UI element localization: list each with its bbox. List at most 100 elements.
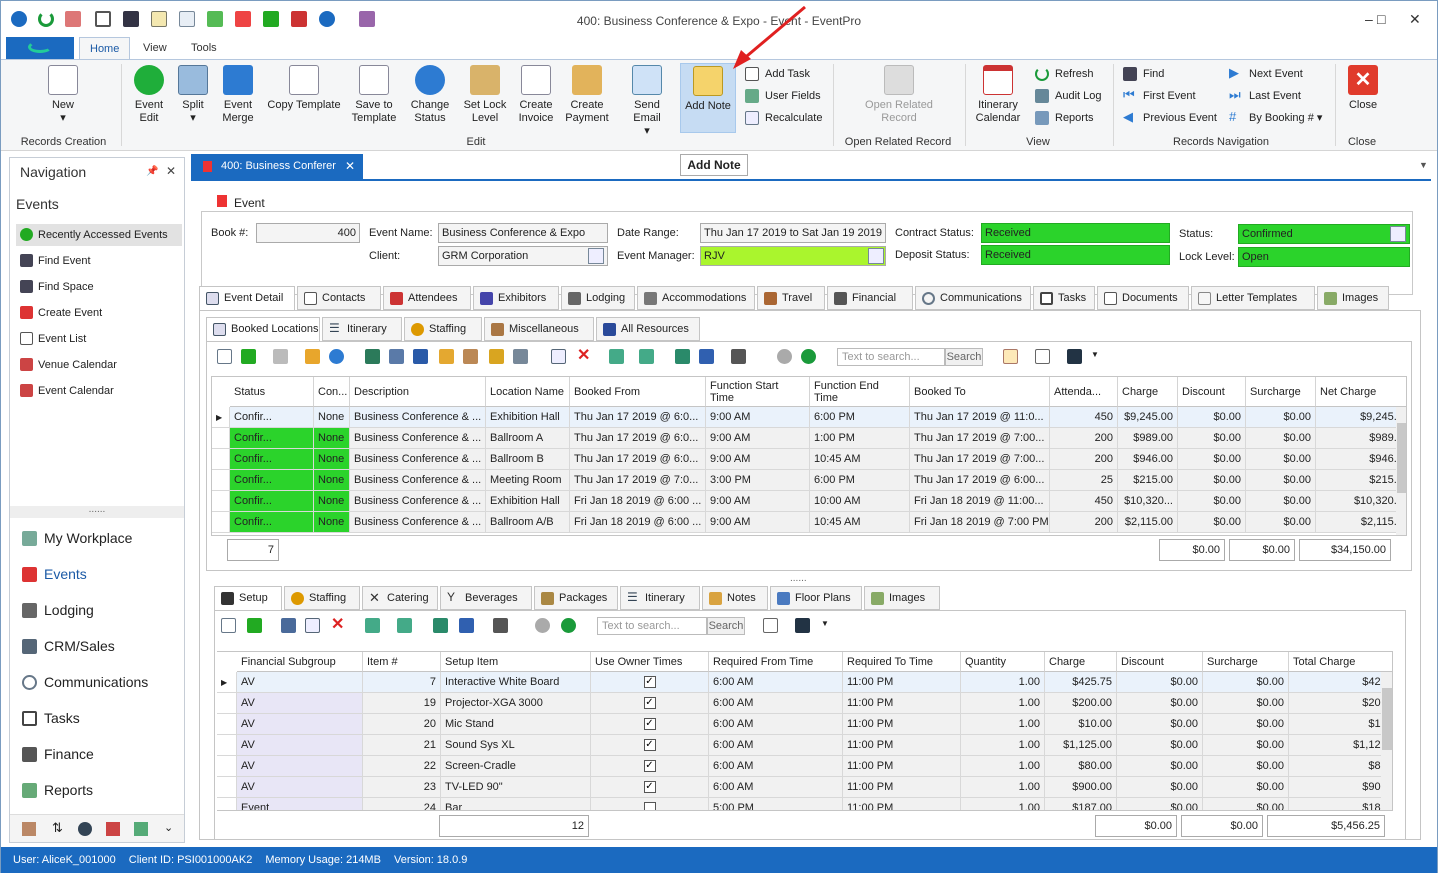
- contract-status-field[interactable]: Received: [981, 223, 1170, 243]
- previous-event-button[interactable]: ◀ Previous Event: [1123, 109, 1217, 127]
- setup-column-header[interactable]: Discount: [1117, 652, 1203, 672]
- table-cell[interactable]: 1.00: [961, 798, 1045, 810]
- row-indicator[interactable]: [212, 470, 230, 491]
- checkbox[interactable]: ✓: [643, 739, 656, 752]
- last-event-button[interactable]: ⏭ Last Event: [1229, 87, 1301, 105]
- table-cell[interactable]: AV: [237, 672, 363, 693]
- table-cell[interactable]: 9:00 AM: [706, 491, 810, 512]
- table-row[interactable]: AV 23 TV-LED 90" ✓ 6:00 AM 11:00 PM 1.00 $900.0…: [217, 777, 1392, 798]
- setup-column-header[interactable]: Use Owner Times: [591, 652, 709, 672]
- preview-icon[interactable]: [1035, 349, 1050, 364]
- nav-lodging[interactable]: Lodging: [18, 596, 94, 624]
- row-indicator[interactable]: [217, 735, 237, 756]
- table-cell[interactable]: $0.00: [1203, 756, 1289, 777]
- nav-finance[interactable]: Finance: [18, 740, 94, 768]
- table-cell[interactable]: $1,125.00: [1289, 735, 1392, 756]
- close-window-button[interactable]: ✕: [1409, 11, 1421, 28]
- panel-splitter[interactable]: ......: [790, 573, 807, 584]
- tab-event-detail[interactable]: Event Detail: [199, 286, 295, 311]
- table-cell[interactable]: 6:00 AM: [709, 777, 843, 798]
- delete-icon[interactable]: ✕: [577, 348, 592, 364]
- setup-search-input[interactable]: Text to search...: [597, 617, 707, 635]
- table-cell[interactable]: $425.75: [1289, 672, 1392, 693]
- bookings-column-header[interactable]: Function Start Time: [706, 377, 810, 407]
- download-icon[interactable]: [801, 349, 816, 364]
- table-cell[interactable]: Confir...: [230, 449, 314, 470]
- table-cell[interactable]: Exhibition Hall: [486, 491, 570, 512]
- checkbox[interactable]: [643, 802, 656, 810]
- tab-detail-staffing[interactable]: Staffing: [284, 586, 360, 610]
- table-cell[interactable]: $0.00: [1117, 756, 1203, 777]
- notes-icon[interactable]: [1003, 349, 1018, 364]
- tab-setup[interactable]: Setup: [214, 586, 282, 611]
- row-indicator[interactable]: [217, 756, 237, 777]
- table-cell[interactable]: None: [314, 512, 350, 533]
- tab-view[interactable]: View: [143, 42, 167, 54]
- tab-detail-images[interactable]: Images: [864, 586, 940, 610]
- table-cell[interactable]: 11:00 PM: [843, 693, 961, 714]
- table-cell[interactable]: $0.00: [1203, 672, 1289, 693]
- setup-column-header[interactable]: Charge: [1045, 652, 1117, 672]
- tag-icon[interactable]: [489, 349, 504, 364]
- table-cell[interactable]: $0.00: [1246, 449, 1316, 470]
- table-cell[interactable]: $0.00: [1117, 714, 1203, 735]
- tab-documents[interactable]: Documents: [1097, 286, 1189, 310]
- open-related-record-button[interactable]: Open Related Record: [859, 65, 939, 125]
- save-layout-icon[interactable]: [795, 618, 810, 633]
- save-icon[interactable]: [273, 349, 288, 364]
- tab-catering[interactable]: ✕ Catering: [362, 586, 438, 610]
- close-tab-icon[interactable]: ✕: [345, 154, 355, 179]
- table-cell[interactable]: Thu Jan 17 2019 @ 7:00...: [910, 449, 1050, 470]
- row-indicator[interactable]: [217, 693, 237, 714]
- open-window-icon[interactable]: [433, 618, 448, 633]
- table-cell[interactable]: 11:00 PM: [843, 672, 961, 693]
- table-row[interactable]: Confir... None Business Conference & ... Me…: [212, 470, 1406, 491]
- tab-contacts[interactable]: Contacts: [297, 286, 381, 310]
- table-row[interactable]: AV 22 Screen-Cradle ✓ 6:00 AM 11:00 PM 1.00 $80…: [217, 756, 1392, 777]
- nav-item-create-event[interactable]: Create Event: [16, 302, 182, 324]
- table-cell[interactable]: $0.00: [1246, 428, 1316, 449]
- table-cell[interactable]: 5:00 PM: [709, 798, 843, 810]
- nav-item-event-calendar[interactable]: Event Calendar: [16, 380, 182, 402]
- table-cell[interactable]: 6:00 AM: [709, 693, 843, 714]
- minimize-button[interactable]: –: [1365, 11, 1373, 27]
- line-chart-icon[interactable]: [134, 822, 148, 836]
- table-cell[interactable]: $187.00: [1045, 798, 1117, 810]
- table-cell[interactable]: $0.00: [1178, 470, 1246, 491]
- nav-crm-sales[interactable]: CRM/Sales: [18, 632, 115, 660]
- bookings-column-header[interactable]: Booked From: [570, 377, 706, 407]
- share-icon[interactable]: [513, 349, 528, 364]
- info-icon[interactable]: [329, 349, 344, 364]
- table-cell[interactable]: $946.00: [1316, 449, 1406, 470]
- chevron-down-icon[interactable]: ⌄: [164, 821, 173, 834]
- nav-events[interactable]: Events: [18, 560, 87, 588]
- nav-tasks[interactable]: Tasks: [18, 704, 80, 732]
- bookings-column-header[interactable]: Con...: [314, 377, 350, 407]
- deposit-status-field[interactable]: Received: [981, 245, 1170, 265]
- checkbox[interactable]: ✓: [643, 718, 656, 731]
- table-row[interactable]: Event 24 Bar 5:00 PM 11:00 PM 1.00 $187.00 $0.0…: [217, 798, 1392, 810]
- pin-icon[interactable]: 📌: [146, 166, 158, 177]
- table-cell[interactable]: 200: [1050, 449, 1118, 470]
- new-document-icon[interactable]: [221, 618, 236, 633]
- tab-booked-locations[interactable]: Booked Locations: [206, 317, 320, 342]
- link-icon[interactable]: [463, 349, 478, 364]
- table-cell[interactable]: Business Conference & ...: [350, 407, 486, 428]
- table-row[interactable]: ▶ Confir... None Business Conference & ... E…: [212, 407, 1406, 428]
- table-cell[interactable]: 6:00 PM: [810, 407, 910, 428]
- save-layout-icon[interactable]: [1067, 349, 1082, 364]
- tab-exhibitors[interactable]: Exhibitors: [473, 286, 559, 310]
- row-indicator[interactable]: ▶: [217, 672, 237, 693]
- table-cell[interactable]: 450: [1050, 491, 1118, 512]
- close-nav-icon[interactable]: ✕: [166, 164, 176, 178]
- table-cell[interactable]: 9:00 AM: [706, 407, 810, 428]
- table-cell[interactable]: Confir...: [230, 491, 314, 512]
- grid-icon[interactable]: [305, 618, 320, 633]
- table-cell[interactable]: 6:00 AM: [709, 735, 843, 756]
- table-cell[interactable]: Fri Jan 18 2019 @ 6:00 ...: [570, 512, 706, 533]
- client-lookup-icon[interactable]: [588, 248, 604, 264]
- table-cell[interactable]: 1.00: [961, 714, 1045, 735]
- table-cell[interactable]: 1.00: [961, 693, 1045, 714]
- use-owner-times-cell[interactable]: ✓: [591, 735, 709, 756]
- document-icon[interactable]: [459, 618, 474, 633]
